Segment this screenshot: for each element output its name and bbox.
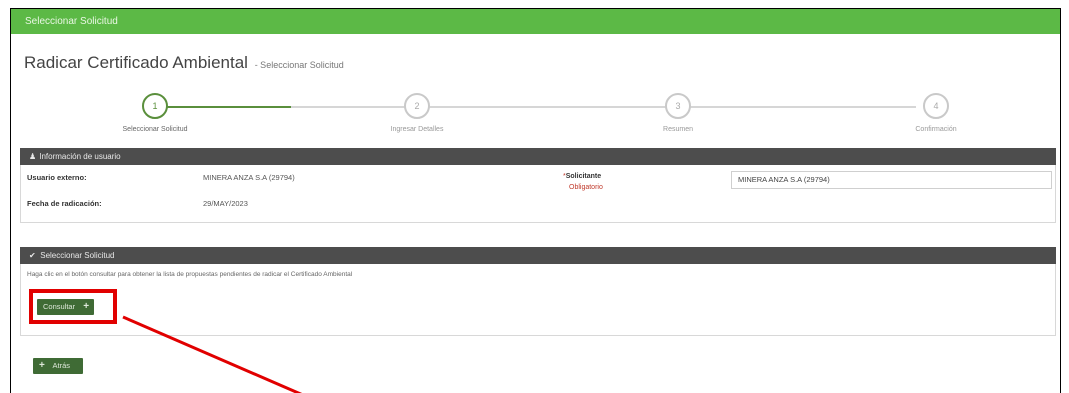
step-1-label: Seleccionar Solicitud xyxy=(122,126,188,133)
required-note: Obligatorio xyxy=(569,184,603,191)
step-4[interactable]: 4 xyxy=(923,93,949,119)
user-info-title: Información de usuario xyxy=(39,152,121,161)
step-3[interactable]: 3 xyxy=(665,93,691,119)
step-line-pending xyxy=(291,106,916,108)
step-2-number: 2 xyxy=(414,101,420,111)
step-line-complete xyxy=(166,106,291,108)
step-3-label: Resumen xyxy=(663,126,693,133)
page-subtitle: - Seleccionar Solicitud xyxy=(254,60,344,70)
step-4-label: Confirmación xyxy=(915,126,957,133)
plus-icon: + xyxy=(39,360,45,371)
solicitante-label: *Solicitante xyxy=(563,173,601,180)
progress-stepper: 1 Seleccionar Solicitud 2 Ingresar Detal… xyxy=(11,93,1060,143)
solicitante-field[interactable]: MINERA ANZA S.A (29794) xyxy=(731,171,1052,189)
step-1-number: 1 xyxy=(152,101,158,111)
app-window: Seleccionar Solicitud Radicar Certificad… xyxy=(10,8,1061,393)
user-icon: ♟ xyxy=(29,152,37,161)
top-bar: Seleccionar Solicitud xyxy=(11,9,1060,34)
filing-date-label: Fecha de radicación: xyxy=(27,199,102,208)
select-request-header: ✔ Seleccionar Solicitud xyxy=(20,247,1056,264)
back-button-label: Atrás xyxy=(52,361,71,370)
select-request-title: Seleccionar Solicitud xyxy=(40,251,115,260)
page-title: Radicar Certificado Ambiental - Seleccio… xyxy=(24,53,344,73)
step-1[interactable]: 1 xyxy=(142,93,168,119)
solicitante-label-text: Solicitante xyxy=(565,173,602,180)
external-user-label: Usuario externo: xyxy=(27,173,87,182)
back-button[interactable]: + Atrás xyxy=(33,358,83,374)
user-info-header: ♟ Información de usuario xyxy=(20,148,1056,165)
filing-date-value: 29/MAY/2023 xyxy=(203,199,248,208)
step-4-number: 4 xyxy=(933,101,939,111)
external-user-value: MINERA ANZA S.A (29794) xyxy=(203,173,295,182)
step-3-number: 3 xyxy=(675,101,681,111)
step-2-label: Ingresar Detalles xyxy=(390,126,444,133)
step-2[interactable]: 2 xyxy=(404,93,430,119)
page-title-text: Radicar Certificado Ambiental xyxy=(24,53,248,72)
user-info-body: Usuario externo: MINERA ANZA S.A (29794)… xyxy=(20,165,1056,223)
highlight-box xyxy=(29,289,117,324)
top-bar-title: Seleccionar Solicitud xyxy=(25,16,118,27)
select-request-body: Haga clic en el botón consultar para obt… xyxy=(20,264,1056,336)
help-text: Haga clic en el botón consultar para obt… xyxy=(27,271,353,278)
check-icon: ✔ xyxy=(29,251,36,260)
solicitante-field-value: MINERA ANZA S.A (29794) xyxy=(738,175,830,184)
